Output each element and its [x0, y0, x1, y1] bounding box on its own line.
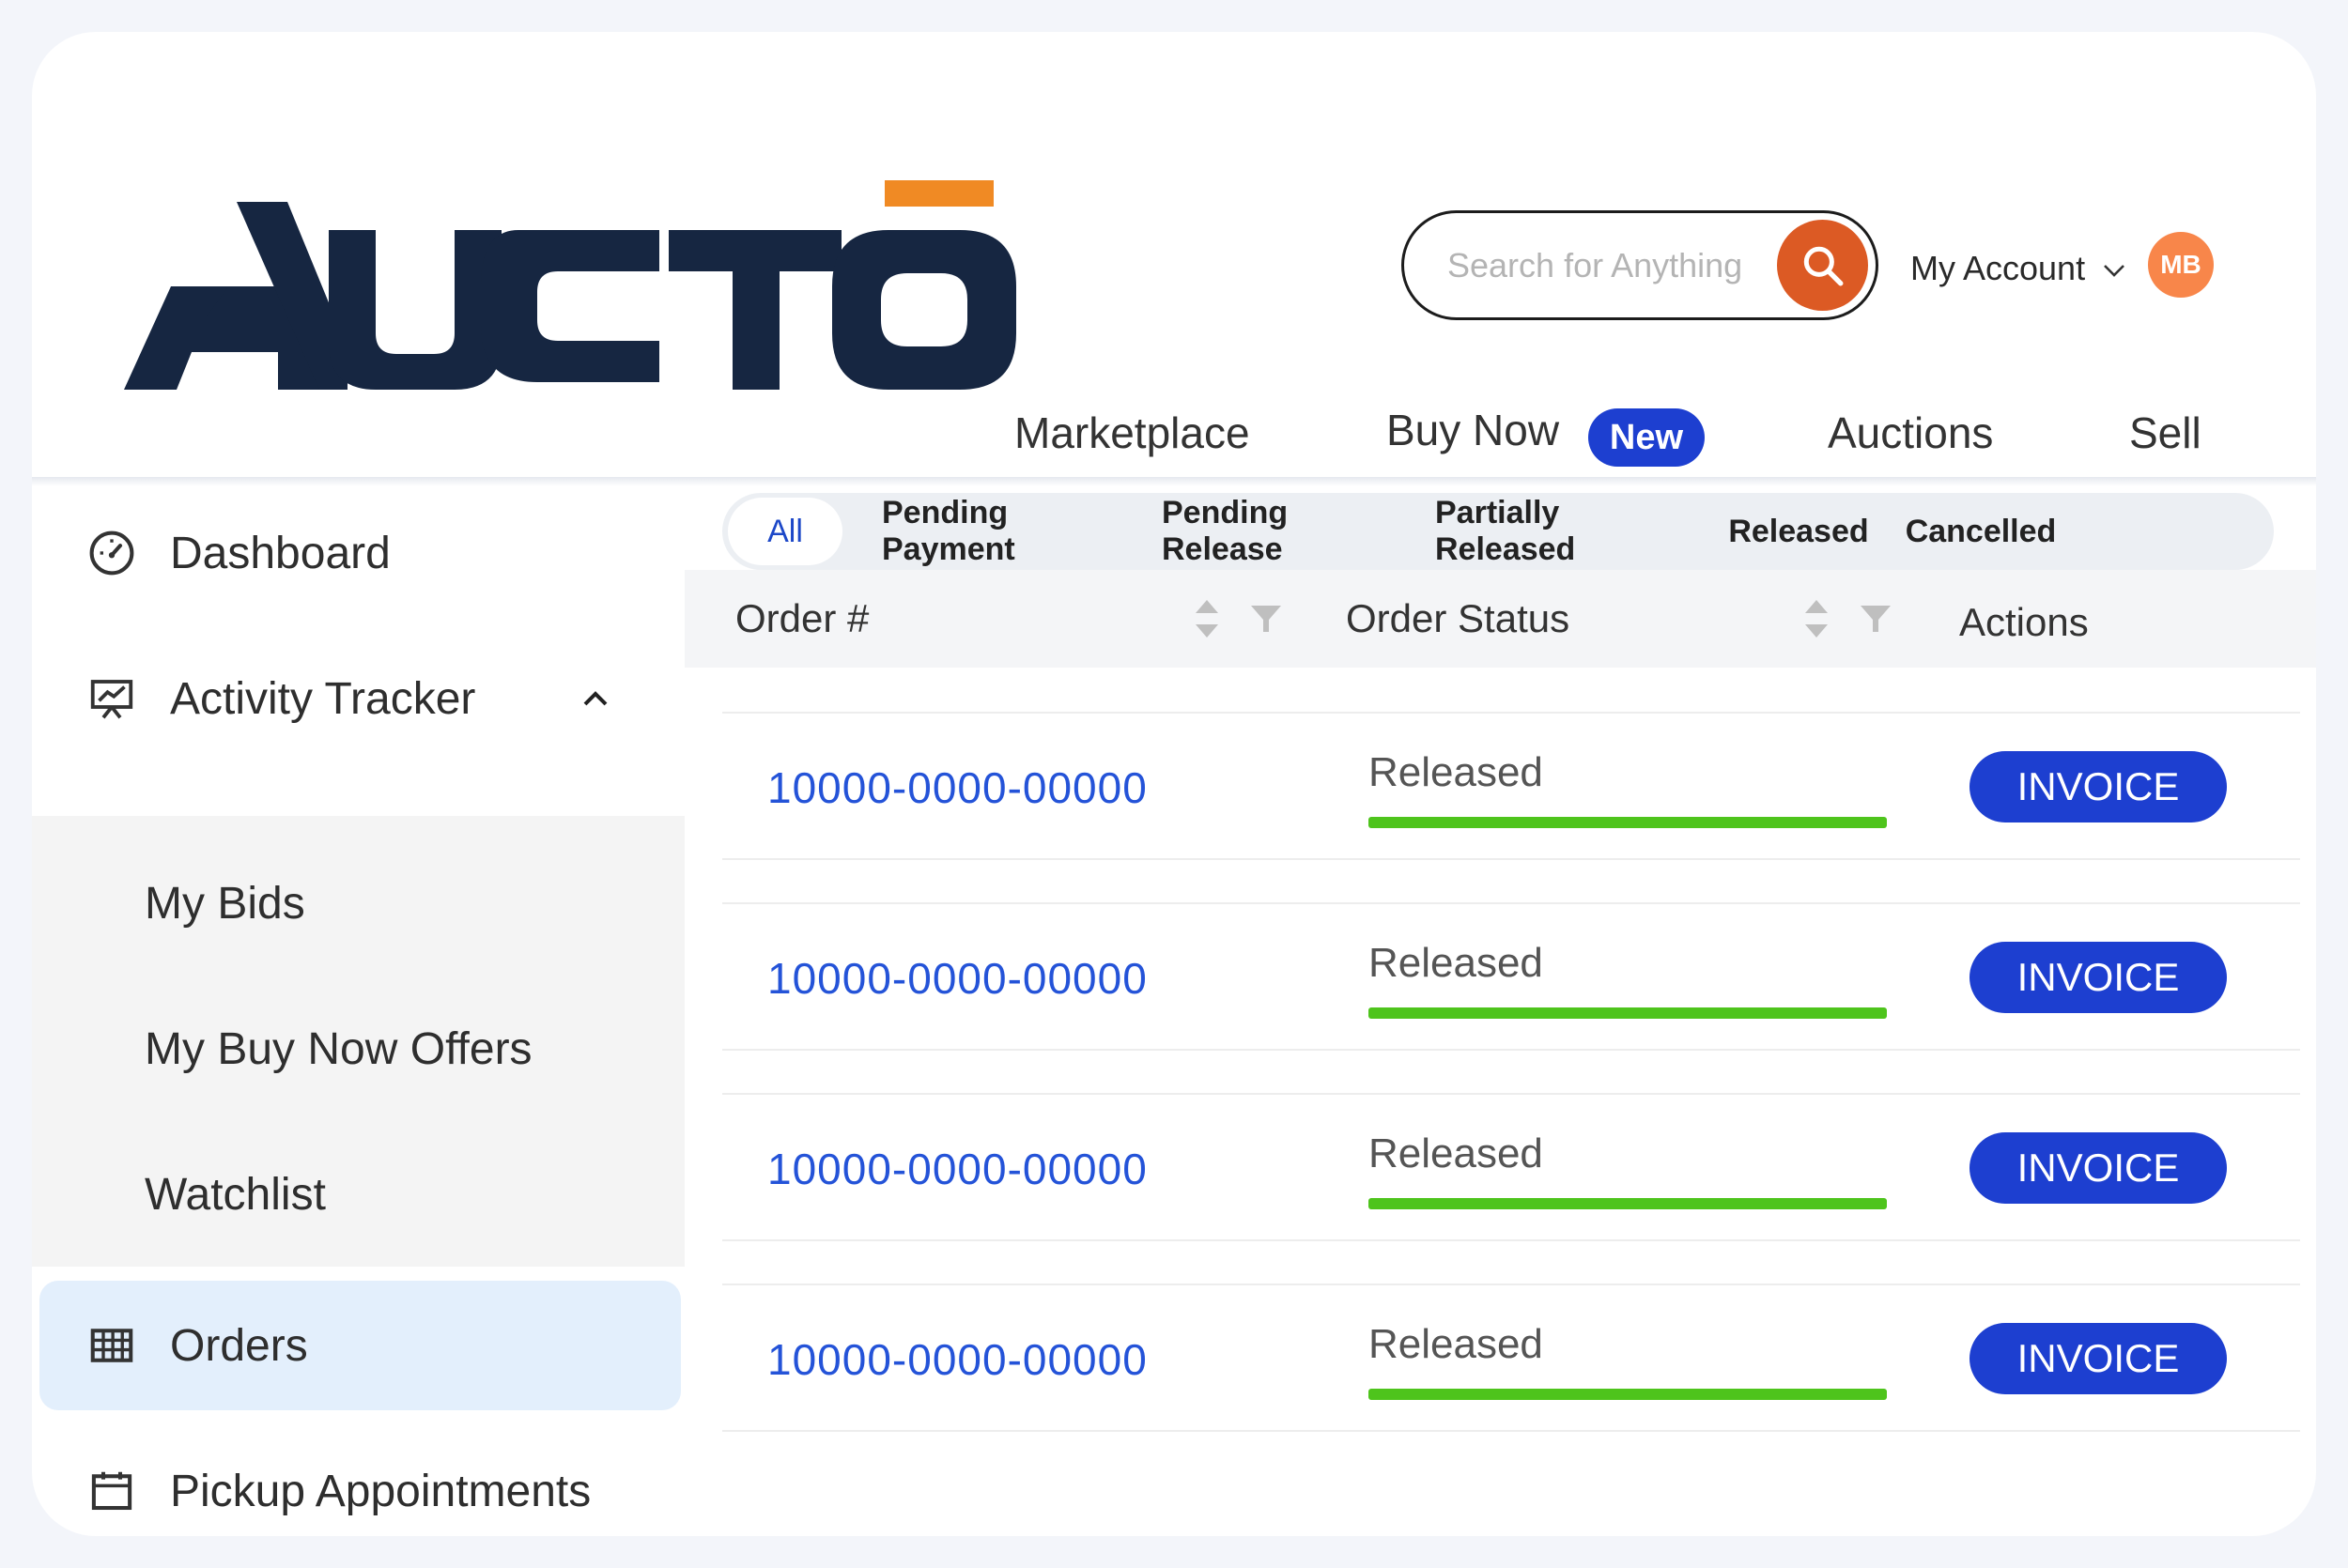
chevron-down-icon — [2104, 265, 2125, 277]
nav-auctions[interactable]: Auctions — [1828, 407, 1993, 458]
sidebar-item-label: My Buy Now Offers — [145, 1023, 533, 1074]
dashboard-gauge-icon — [89, 530, 134, 576]
filter-icon[interactable] — [1249, 604, 1283, 636]
sidebar-item-label: My Bids — [145, 878, 305, 929]
order-filter-tabs: All Pending Payment Pending Release Part… — [722, 493, 2274, 570]
table-row: 10000-0000-00000 Released INVOICE — [722, 1284, 2300, 1432]
app-frame: My Account MB Marketplace Buy Now New Au… — [32, 32, 2316, 1536]
order-number-link[interactable]: 10000-0000-00000 — [767, 762, 1148, 813]
tab-cancelled[interactable]: Cancelled — [1906, 493, 2057, 570]
new-badge: New — [1588, 408, 1705, 467]
nav-marketplace[interactable]: Marketplace — [1014, 407, 1250, 458]
order-number-link[interactable]: 10000-0000-00000 — [767, 1334, 1148, 1385]
nav-sell[interactable]: Sell — [2129, 407, 2201, 458]
sidebar-item-orders[interactable]: Orders — [32, 1289, 685, 1402]
sidebar-item-label: Watchlist — [145, 1169, 326, 1220]
sidebar-item-my-bids[interactable]: My Bids — [32, 847, 685, 960]
search-box — [1401, 210, 1878, 320]
sidebar-item-my-buy-now-offers[interactable]: My Buy Now Offers — [32, 992, 685, 1105]
sidebar-item-pickup-appointments[interactable]: Pickup Appointments — [32, 1435, 685, 1536]
search-button[interactable] — [1777, 220, 1868, 311]
order-number-link[interactable]: 10000-0000-00000 — [767, 1144, 1148, 1194]
sidebar-item-label: Orders — [170, 1320, 308, 1371]
my-account-menu[interactable]: My Account — [1910, 240, 2126, 297]
my-account-label: My Account — [1910, 249, 2086, 287]
tab-all[interactable]: All — [728, 498, 842, 565]
header-divider — [32, 477, 2316, 486]
avatar[interactable]: MB — [2148, 232, 2214, 298]
filter-icon[interactable] — [1859, 604, 1892, 636]
table-row: 10000-0000-00000 Released INVOICE — [722, 712, 2300, 860]
order-status-text: Released — [1368, 940, 1543, 986]
sidebar-item-watchlist[interactable]: Watchlist — [32, 1138, 685, 1251]
sidebar-item-label: Activity Tracker — [170, 673, 476, 724]
activity-tracker-submenu: My Bids My Buy Now Offers Watchlist — [32, 816, 685, 1267]
status-progress-bar — [1368, 817, 1887, 828]
sort-icon[interactable] — [1802, 596, 1831, 641]
tab-pending-payment[interactable]: Pending Payment — [882, 493, 1126, 570]
order-status-text: Released — [1368, 749, 1543, 795]
invoice-button[interactable]: INVOICE — [1970, 1323, 2227, 1394]
sidebar-item-activity-tracker[interactable]: Activity Tracker — [32, 642, 685, 755]
nav-buy-now[interactable]: Buy Now — [1386, 405, 1559, 455]
sidebar: Dashboard Activity Tracker My Bids My Bu… — [32, 486, 685, 1536]
presentation-chart-icon — [90, 680, 133, 719]
invoice-button[interactable]: INVOICE — [1970, 751, 2227, 822]
column-header-order: Order # — [735, 596, 870, 640]
table-row: 10000-0000-00000 Released INVOICE — [722, 902, 2300, 1051]
column-header-order-status: Order Status — [1346, 596, 1570, 640]
sidebar-item-label: Dashboard — [170, 528, 391, 578]
tab-released[interactable]: Released — [1728, 493, 1869, 570]
column-header-actions: Actions — [1959, 600, 2089, 644]
sort-icon[interactable] — [1193, 596, 1221, 641]
status-progress-bar — [1368, 1389, 1887, 1400]
tab-pending-release[interactable]: Pending Release — [1162, 493, 1397, 570]
table-grid-icon — [90, 1329, 133, 1362]
table-header: Order # Order Status Actions — [685, 570, 2316, 668]
status-progress-bar — [1368, 1007, 1887, 1019]
aucto-logo[interactable] — [86, 147, 1026, 401]
chevron-up-icon[interactable] — [581, 689, 610, 708]
sidebar-item-label: Pickup Appointments — [170, 1466, 592, 1516]
order-status-text: Released — [1368, 1321, 1543, 1367]
search-input[interactable] — [1445, 234, 1769, 298]
table-row: 10000-0000-00000 Released INVOICE — [722, 1093, 2300, 1241]
order-number-link[interactable]: 10000-0000-00000 — [767, 953, 1148, 1004]
search-icon — [1803, 246, 1843, 285]
status-progress-bar — [1368, 1198, 1887, 1209]
sidebar-item-dashboard[interactable]: Dashboard — [32, 497, 685, 609]
order-status-text: Released — [1368, 1130, 1543, 1176]
invoice-button[interactable]: INVOICE — [1970, 942, 2227, 1013]
tab-partially-released[interactable]: Partially Released — [1435, 493, 1691, 570]
invoice-button[interactable]: INVOICE — [1970, 1132, 2227, 1204]
calendar-icon — [91, 1471, 132, 1511]
